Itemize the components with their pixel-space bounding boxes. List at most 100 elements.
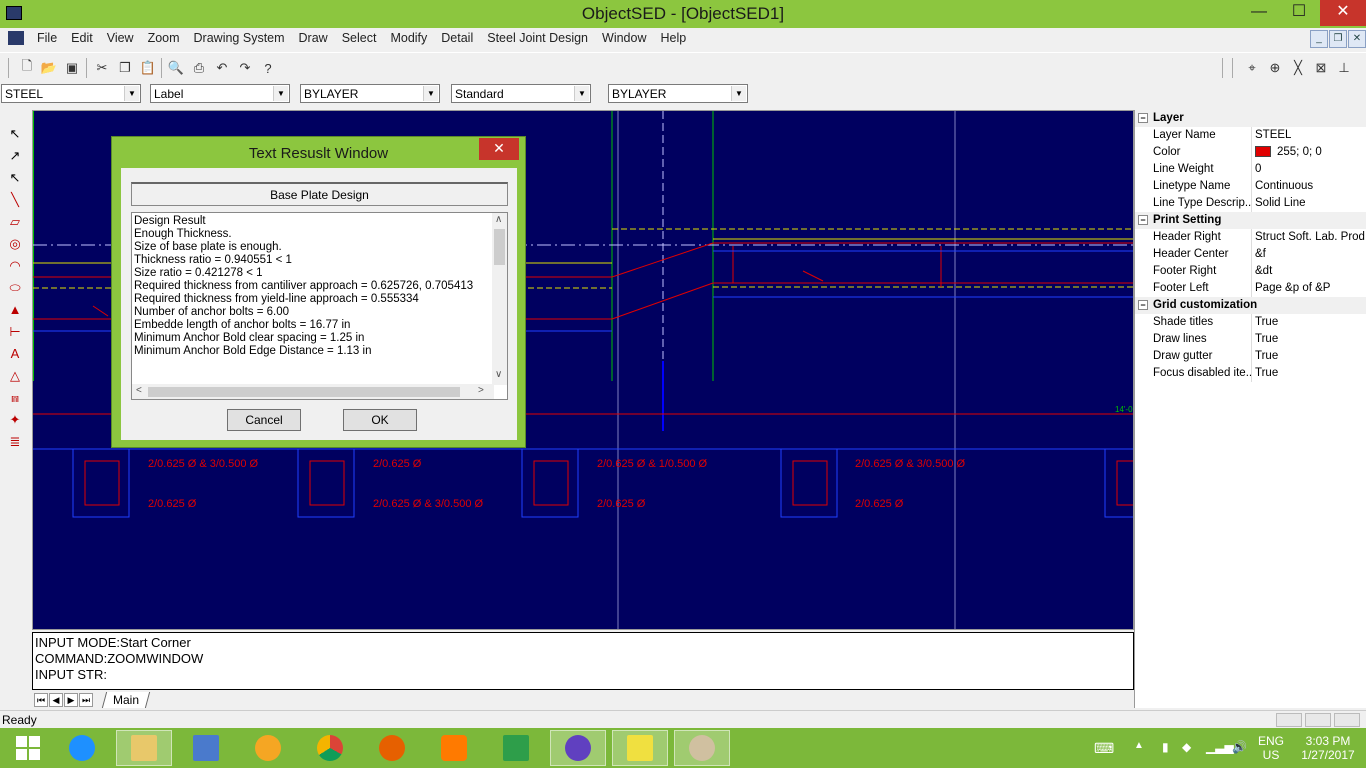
rebar-icon[interactable]: ⩎ bbox=[5, 388, 25, 408]
vertical-scrollbar[interactable]: ∧ ∨ bbox=[492, 213, 507, 385]
document-icon[interactable] bbox=[8, 31, 24, 45]
layer-combo[interactable]: STEEL ▼ bbox=[1, 84, 141, 103]
property-value[interactable]: Continuous bbox=[1255, 180, 1365, 192]
hatch-icon[interactable]: ▲ bbox=[5, 300, 25, 320]
property-section-header[interactable]: − Layer bbox=[1135, 110, 1366, 127]
mdi-restore-button[interactable]: ❐ bbox=[1329, 30, 1347, 48]
first-tab-icon[interactable]: ⏮ bbox=[34, 693, 48, 707]
property-row[interactable]: Footer Left Page &p of &P bbox=[1135, 280, 1366, 297]
start-button[interactable] bbox=[0, 730, 56, 766]
dimension-icon[interactable]: ⊢ bbox=[5, 322, 25, 342]
property-value[interactable]: &f bbox=[1255, 248, 1365, 260]
print-preview-icon[interactable]: 🔍 bbox=[167, 59, 185, 77]
maximize-button[interactable]: ☐ bbox=[1276, 0, 1322, 26]
app-taskbar-button[interactable] bbox=[550, 730, 606, 766]
menu-detail[interactable]: Detail bbox=[434, 31, 480, 45]
horizontal-scrollbar[interactable]: < > bbox=[132, 384, 494, 399]
property-row[interactable]: Line Weight 0 bbox=[1135, 161, 1366, 178]
cut-icon[interactable]: ✂ bbox=[93, 59, 111, 77]
property-row[interactable]: Shade titles True bbox=[1135, 314, 1366, 331]
text-icon[interactable]: A bbox=[5, 344, 25, 364]
scroll-thumb[interactable] bbox=[494, 229, 505, 265]
store-taskbar-button[interactable] bbox=[488, 730, 544, 766]
battery-icon[interactable]: ▮ bbox=[1162, 740, 1169, 754]
polyline-icon[interactable]: ▱ bbox=[5, 212, 25, 232]
style-combo[interactable]: Label ▼ bbox=[150, 84, 290, 103]
property-row[interactable]: Header Center &f bbox=[1135, 246, 1366, 263]
firefox-taskbar-button[interactable] bbox=[364, 730, 420, 766]
select-cross-icon[interactable]: ↖ bbox=[5, 168, 25, 188]
color-combo[interactable]: BYLAYER ▼ bbox=[300, 84, 440, 103]
menu-zoom[interactable]: Zoom bbox=[141, 31, 187, 45]
menu-drawing-system[interactable]: Drawing System bbox=[187, 31, 292, 45]
app-taskbar-button[interactable] bbox=[240, 730, 296, 766]
last-tab-icon[interactable]: ⏭ bbox=[79, 693, 93, 707]
property-value[interactable]: &dt bbox=[1255, 265, 1365, 277]
property-value[interactable]: 0 bbox=[1255, 163, 1365, 175]
property-value[interactable]: Page &p of &P bbox=[1255, 282, 1365, 294]
mdi-close-button[interactable]: ✕ bbox=[1348, 30, 1366, 48]
open-folder-icon[interactable]: 📂 bbox=[40, 59, 58, 77]
block-icon[interactable]: △ bbox=[5, 366, 25, 386]
menu-help[interactable]: Help bbox=[653, 31, 693, 45]
redo-icon[interactable]: ↷ bbox=[236, 59, 254, 77]
linetype-combo[interactable]: BYLAYER ▼ bbox=[608, 84, 748, 103]
uc-browser-taskbar-button[interactable] bbox=[426, 730, 482, 766]
explorer-taskbar-button[interactable] bbox=[116, 730, 172, 766]
cancel-button[interactable]: Cancel bbox=[227, 409, 301, 431]
property-value[interactable]: STEEL bbox=[1255, 129, 1365, 141]
copy-icon[interactable]: ❐ bbox=[116, 59, 134, 77]
mdi-minimize-button[interactable]: _ bbox=[1310, 30, 1328, 48]
close-button[interactable]: ✕ bbox=[1320, 0, 1366, 26]
collapse-icon[interactable]: − bbox=[1138, 215, 1148, 225]
scroll-left-icon[interactable]: < bbox=[136, 385, 142, 396]
property-value[interactable]: Struct Soft. Lab. Prod... bbox=[1255, 231, 1365, 243]
new-file-icon[interactable]: 🗋 bbox=[18, 58, 36, 77]
undo-icon[interactable]: ↶ bbox=[213, 59, 231, 77]
chrome-taskbar-button[interactable] bbox=[302, 730, 358, 766]
menu-draw[interactable]: Draw bbox=[292, 31, 335, 45]
point-icon[interactable]: ✦ bbox=[5, 410, 25, 430]
menu-window[interactable]: Window bbox=[595, 31, 653, 45]
property-row[interactable]: Linetype Name Continuous bbox=[1135, 178, 1366, 195]
circle-icon[interactable]: ◎ bbox=[5, 234, 25, 254]
snap-perpendicular-icon[interactable]: ⊥ bbox=[1335, 59, 1353, 77]
scroll-up-icon[interactable]: ∧ bbox=[495, 214, 502, 225]
objectsed-taskbar-button[interactable] bbox=[612, 730, 668, 766]
property-row[interactable]: Draw lines True bbox=[1135, 331, 1366, 348]
property-section-header[interactable]: − Print Setting bbox=[1135, 212, 1366, 229]
property-row[interactable]: Focus disabled ite... True bbox=[1135, 365, 1366, 382]
select-arrow-icon[interactable]: ↖ bbox=[5, 124, 25, 144]
command-window[interactable]: INPUT MODE:Start Corner COMMAND:ZOOMWIND… bbox=[32, 632, 1134, 690]
menu-modify[interactable]: Modify bbox=[383, 31, 434, 45]
paste-icon[interactable]: 📋 bbox=[139, 59, 157, 77]
print-icon[interactable]: ⎙ bbox=[190, 59, 208, 77]
menu-view[interactable]: View bbox=[100, 31, 141, 45]
select-window-icon[interactable]: ↗ bbox=[5, 146, 25, 166]
collapse-icon[interactable]: − bbox=[1138, 300, 1148, 310]
snap-endpoint-icon[interactable]: ⌖ bbox=[1243, 59, 1261, 77]
snap-center-icon[interactable]: ⊕ bbox=[1266, 59, 1284, 77]
menu-steel-joint-design[interactable]: Steel Joint Design bbox=[480, 31, 595, 45]
signal-icon[interactable]: ▁▃▅ bbox=[1206, 740, 1234, 754]
property-row[interactable]: Draw gutter True bbox=[1135, 348, 1366, 365]
property-value[interactable]: Solid Line bbox=[1255, 197, 1365, 209]
ie-taskbar-button[interactable] bbox=[54, 730, 110, 766]
line-icon[interactable]: ╲ bbox=[5, 190, 25, 210]
property-value[interactable]: 255; 0; 0 bbox=[1255, 146, 1365, 158]
menu-select[interactable]: Select bbox=[335, 31, 384, 45]
ok-button[interactable]: OK bbox=[343, 409, 417, 431]
paint-taskbar-button[interactable] bbox=[674, 730, 730, 766]
collapse-icon[interactable]: − bbox=[1138, 113, 1148, 123]
tab-main[interactable]: Main bbox=[101, 692, 151, 708]
property-row[interactable]: Layer Name STEEL bbox=[1135, 127, 1366, 144]
property-value[interactable]: True bbox=[1255, 316, 1365, 328]
save-icon[interactable]: ▣ bbox=[63, 59, 81, 77]
menu-file[interactable]: File bbox=[30, 31, 64, 45]
command-input[interactable]: INPUT STR: bbox=[35, 667, 1131, 683]
property-value[interactable]: True bbox=[1255, 333, 1365, 345]
keyboard-icon[interactable]: ⌨ bbox=[1094, 740, 1114, 757]
ellipse-icon[interactable]: ⬭ bbox=[5, 278, 25, 298]
language-indicator[interactable]: ENG US bbox=[1256, 734, 1286, 762]
menu-edit[interactable]: Edit bbox=[64, 31, 100, 45]
